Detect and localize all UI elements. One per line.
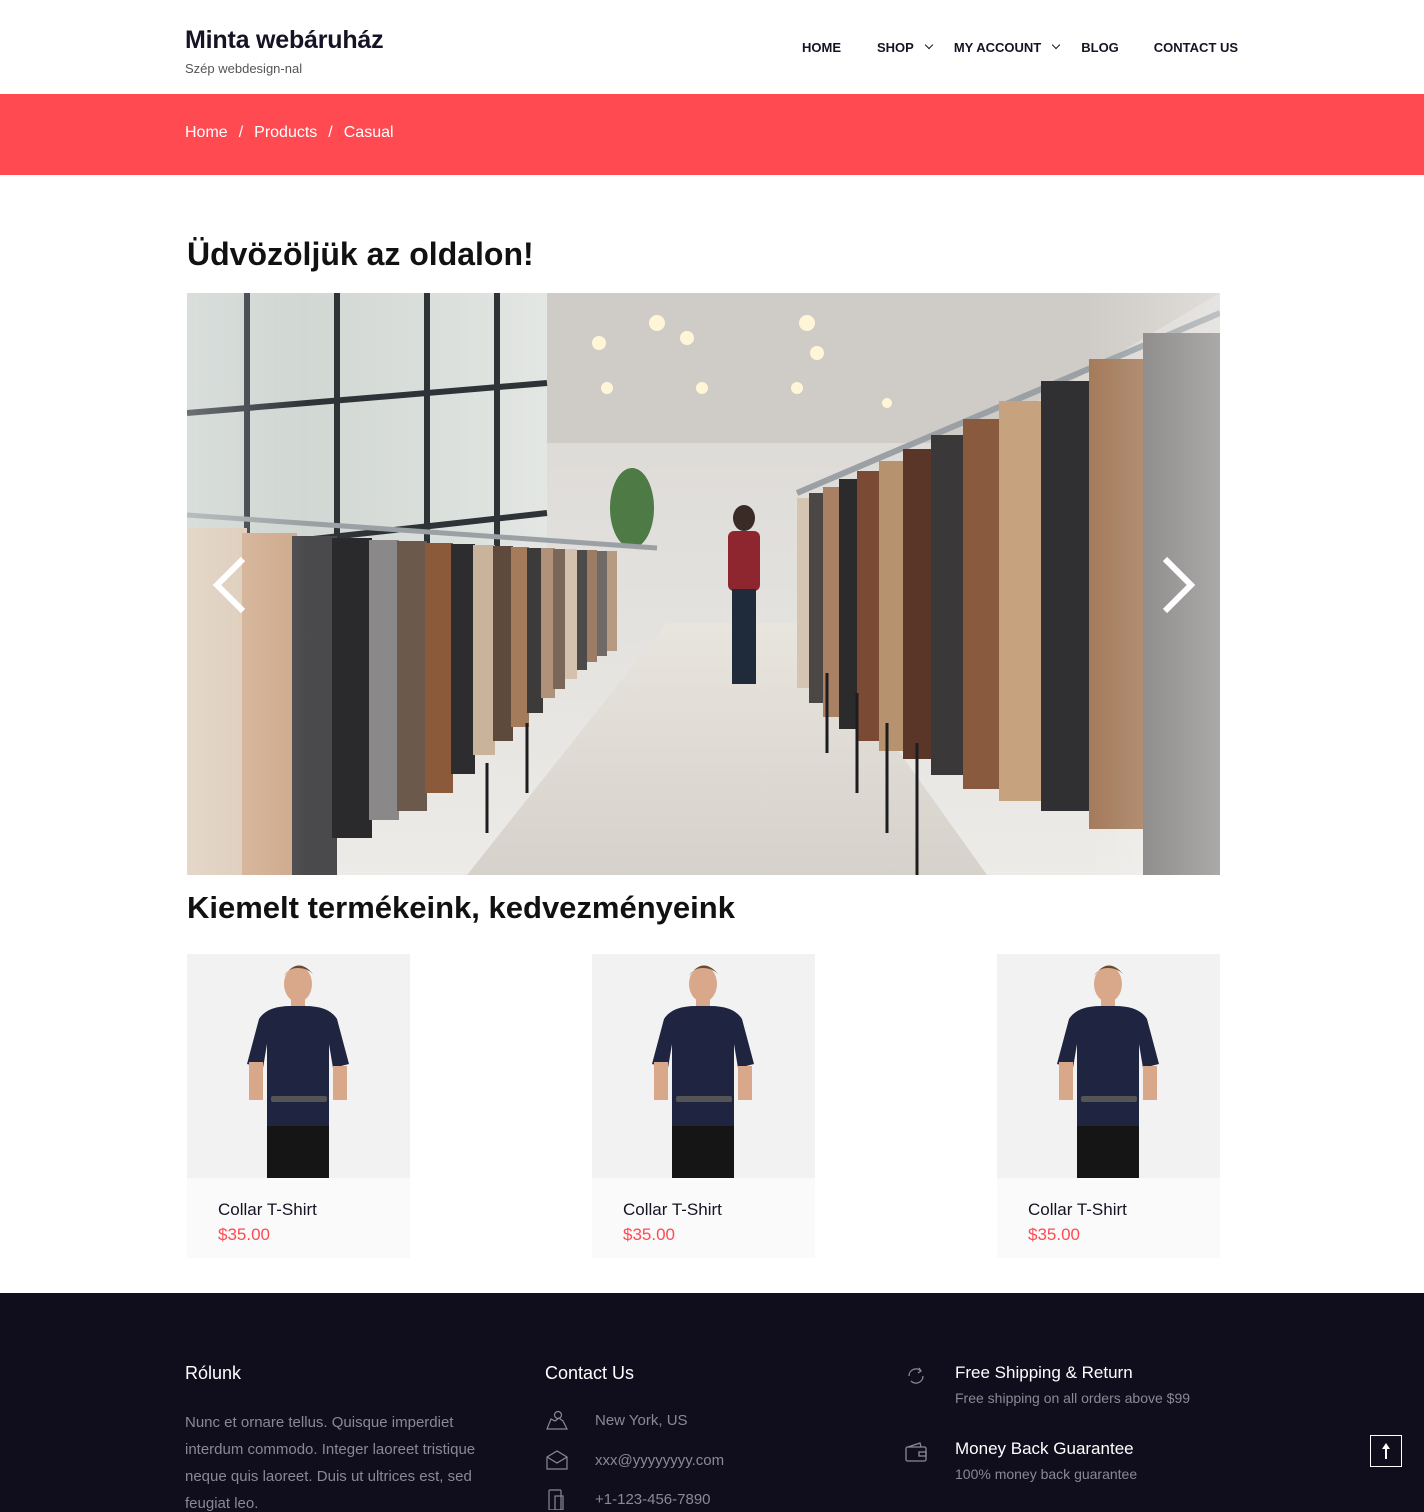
about-text: Nunc et ornare tellus. Quisque imperdiet… <box>185 1414 476 1512</box>
contact-phone[interactable]: +1-123-456-7890 <box>545 1488 711 1510</box>
featured-heading: Kiemelt termékeink, kedvezményeink <box>187 890 735 925</box>
email-text[interactable]: xxx@yyyyyyyy.com <box>595 1452 724 1469</box>
welcome-heading: Üdvözöljük az oldalon! <box>187 236 534 272</box>
contact-address: New York, US <box>545 1409 688 1431</box>
address-text: New York, US <box>595 1411 688 1429</box>
carousel-prev-arrow-icon[interactable] <box>207 555 251 615</box>
main-nav: HOME SHOP MY ACCOUNT BLOG CONTACT US <box>802 40 1238 55</box>
product-card[interactable]: Collar T-Shirt $35.00 <box>997 954 1220 1258</box>
envelope-icon <box>546 1450 568 1470</box>
site-title[interactable]: Minta webáruház <box>185 26 384 55</box>
phone-text[interactable]: +1-123-456-7890 <box>595 1491 711 1508</box>
nav-home[interactable]: HOME <box>802 40 841 55</box>
chevron-down-icon <box>1051 40 1061 49</box>
nav-my-account[interactable]: MY ACCOUNT <box>953 40 1061 55</box>
chevron-down-icon <box>924 40 934 49</box>
breadcrumb-bar: Home / Products / Casual <box>0 94 1424 175</box>
product-card[interactable]: Collar T-Shirt $35.00 <box>592 954 815 1258</box>
product-image[interactable] <box>997 954 1220 1178</box>
site-header: Minta webáruház Szép webdesign-nal HOME … <box>0 0 1424 94</box>
store-interior-image <box>187 293 1220 875</box>
product-card[interactable]: Collar T-Shirt $35.00 <box>187 954 410 1258</box>
about-heading: Rólunk <box>185 1363 242 1383</box>
breadcrumb-products[interactable]: Products <box>254 124 317 142</box>
product-price: $35.00 <box>218 1225 270 1244</box>
breadcrumb-separator: / <box>328 124 333 141</box>
perk-title: Free Shipping & Return <box>955 1363 1133 1382</box>
nav-shop[interactable]: SHOP <box>877 40 934 55</box>
arrow-up-icon <box>1382 1443 1390 1459</box>
nav-contact-us[interactable]: CONTACT US <box>1154 40 1238 55</box>
product-name[interactable]: Collar T-Shirt <box>218 1200 317 1220</box>
wallet-icon <box>905 1442 927 1462</box>
product-price: $35.00 <box>1028 1225 1080 1244</box>
carousel-next-arrow-icon[interactable] <box>1157 555 1201 615</box>
breadcrumb-current: Casual <box>343 124 394 141</box>
product-image[interactable] <box>592 954 815 1178</box>
nav-blog[interactable]: BLOG <box>1081 40 1119 55</box>
contact-email[interactable]: xxx@yyyyyyyy.com <box>545 1449 724 1471</box>
perk-title: Money Back Guarantee <box>955 1439 1134 1458</box>
perk-subtitle: 100% money back guarantee <box>955 1466 1138 1482</box>
product-price: $35.00 <box>623 1225 675 1244</box>
nav-blog-label: BLOG <box>1081 40 1119 55</box>
nav-contact-us-label: CONTACT US <box>1153 40 1239 55</box>
back-to-top-button[interactable] <box>1370 1435 1402 1467</box>
brand[interactable]: Minta webáruház Szép webdesign-nal <box>185 26 384 76</box>
refresh-icon <box>908 1367 924 1384</box>
nav-shop-label: SHOP <box>877 40 914 55</box>
nav-my-account-label: MY ACCOUNT <box>953 40 1042 55</box>
product-name[interactable]: Collar T-Shirt <box>623 1200 722 1220</box>
perk-subtitle: Free shipping on all orders above $99 <box>955 1390 1191 1406</box>
breadcrumb-home[interactable]: Home <box>185 124 228 142</box>
site-footer: Rólunk Nunc et ornare tellus. Quisque im… <box>0 1293 1424 1512</box>
breadcrumb: Home / Products / Casual <box>185 124 394 142</box>
nav-home-label: HOME <box>802 40 841 55</box>
product-name[interactable]: Collar T-Shirt <box>1028 1200 1127 1220</box>
phone-icon <box>548 1489 564 1510</box>
contact-heading: Contact Us <box>545 1363 635 1383</box>
site-tagline: Szép webdesign-nal <box>185 61 303 76</box>
hero-carousel[interactable] <box>187 293 1220 875</box>
breadcrumb-separator: / <box>238 124 244 141</box>
product-image[interactable] <box>187 954 410 1178</box>
map-icon <box>546 1410 568 1430</box>
